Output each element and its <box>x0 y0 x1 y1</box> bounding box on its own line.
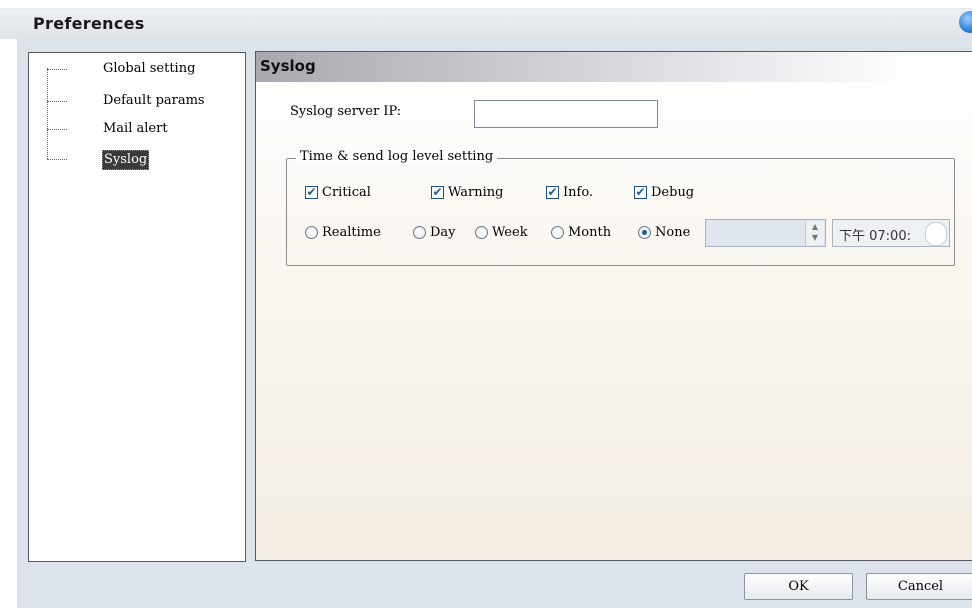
checkbox-label: Debug <box>651 184 695 200</box>
tree-item-label[interactable]: Mail alert <box>102 120 169 138</box>
radio-label: None <box>655 224 691 240</box>
section-title: Syslog <box>260 57 316 75</box>
check-icon: ✔ <box>432 185 443 199</box>
section-header-bar <box>256 52 916 82</box>
month-radio[interactable]: Month <box>551 223 611 241</box>
critical-checkbox[interactable]: ✔ Critical <box>305 183 371 201</box>
day-radio[interactable]: Day <box>413 223 456 241</box>
radio-button-selected[interactable] <box>638 225 651 239</box>
radio-label: Week <box>492 224 528 240</box>
tree-item-label[interactable]: Default params <box>102 92 206 110</box>
date-picker[interactable]: ▲ ▼ <box>705 219 826 247</box>
preferences-dialog: Preferences Global setting Default param… <box>0 0 972 608</box>
debug-checkbox[interactable]: ✔ Debug <box>634 183 694 201</box>
log-level-groupbox <box>286 158 955 266</box>
realtime-radio[interactable]: Realtime <box>305 223 381 241</box>
ok-button[interactable]: OK <box>744 573 853 600</box>
tree-item-label-selected[interactable]: Syslog <box>102 150 150 170</box>
title-bar <box>0 8 972 39</box>
radio-button[interactable] <box>305 225 318 239</box>
checkbox-box[interactable]: ✔ <box>546 185 559 199</box>
radio-button[interactable] <box>475 225 488 239</box>
groupbox-legend: Time & send log level setting <box>296 149 498 164</box>
tree-branch-line <box>47 129 67 130</box>
week-radio[interactable]: Week <box>475 223 528 241</box>
radio-button[interactable] <box>413 225 426 239</box>
checkbox-box[interactable]: ✔ <box>431 185 444 199</box>
dialog-title: Preferences <box>33 14 145 33</box>
time-picker[interactable]: 下午 07:00: <box>832 219 950 247</box>
warning-checkbox[interactable]: ✔ Warning <box>431 183 503 201</box>
check-icon: ✔ <box>547 185 558 199</box>
checkbox-label: Critical <box>322 184 371 200</box>
tree-item-label[interactable]: Global setting <box>102 60 196 78</box>
none-radio[interactable]: None <box>638 223 690 241</box>
radio-label: Realtime <box>322 224 381 240</box>
check-icon: ✔ <box>306 185 317 199</box>
checkbox-label: Warning <box>448 184 504 200</box>
tree-branch-line <box>47 69 67 70</box>
radio-label: Month <box>568 224 612 240</box>
time-value: 下午 07:00: <box>839 229 911 244</box>
spinner-arrows-icon[interactable]: ▲ ▼ <box>805 221 824 245</box>
checkbox-label: Info. <box>563 184 594 200</box>
radio-button[interactable] <box>551 225 564 239</box>
info-checkbox[interactable]: ✔ Info. <box>546 183 593 201</box>
tree-branch-line <box>47 159 67 160</box>
checkbox-box[interactable]: ✔ <box>634 185 647 199</box>
checkbox-box[interactable]: ✔ <box>305 185 318 199</box>
syslog-server-ip-input[interactable] <box>474 100 658 128</box>
check-icon: ✔ <box>635 185 646 199</box>
tree-branch-line <box>47 101 67 102</box>
tree-connector-line <box>47 68 48 159</box>
cancel-button[interactable]: Cancel <box>866 573 972 600</box>
syslog-server-ip-label: Syslog server IP: <box>290 104 402 119</box>
radio-label: Day <box>430 224 456 240</box>
time-spinner-knob[interactable] <box>925 222 947 246</box>
